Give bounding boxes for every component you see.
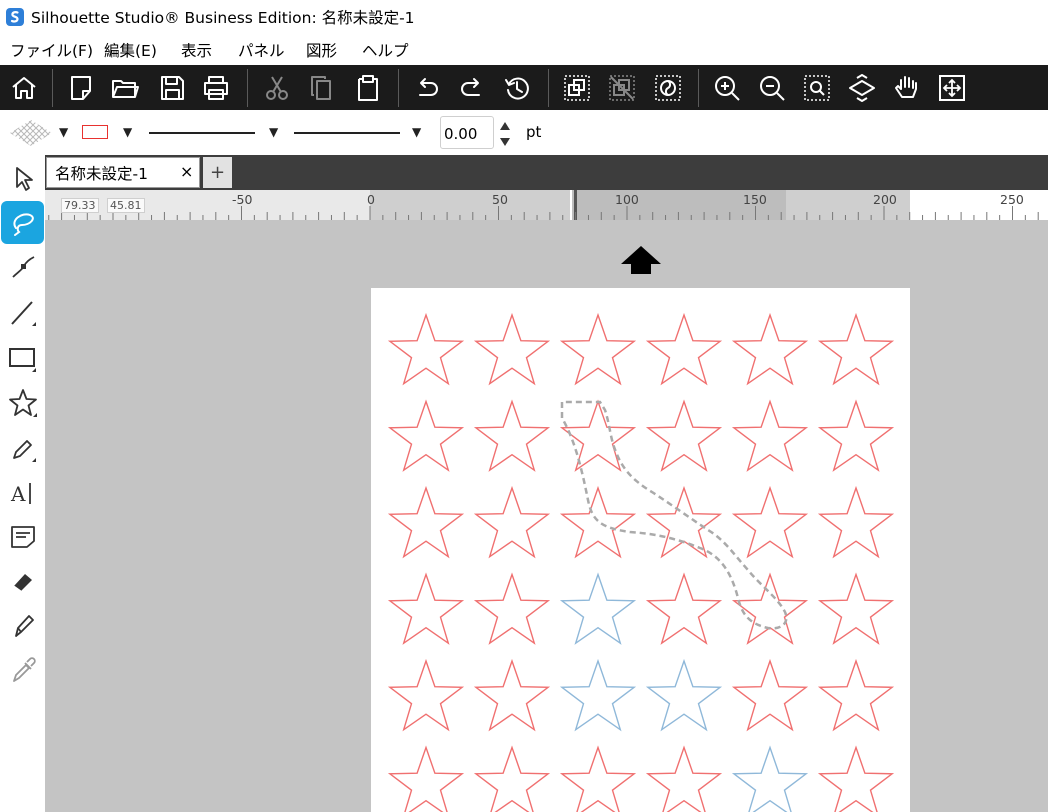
star-shape-selected[interactable] <box>645 658 723 732</box>
star-shape[interactable] <box>645 312 723 386</box>
star-shape[interactable] <box>817 312 895 386</box>
star-shape[interactable] <box>387 572 465 645</box>
star-shape[interactable] <box>387 745 465 812</box>
star-shape[interactable] <box>387 312 465 386</box>
star-shape[interactable] <box>645 485 723 559</box>
star-shape[interactable] <box>817 658 895 732</box>
star-shape[interactable] <box>473 572 551 645</box>
star-shape[interactable] <box>559 399 637 472</box>
star-shape[interactable] <box>645 399 723 472</box>
star-shape[interactable] <box>731 312 809 386</box>
star-shape[interactable] <box>731 399 809 472</box>
star-shape[interactable] <box>387 658 465 732</box>
star-shape-selected[interactable] <box>559 658 637 732</box>
star-shape[interactable] <box>473 745 551 812</box>
star-shape-selected[interactable] <box>731 745 809 812</box>
star-shape[interactable] <box>559 485 637 559</box>
star-shape[interactable] <box>473 399 551 472</box>
star-shape[interactable] <box>731 485 809 559</box>
star-shape[interactable] <box>473 312 551 386</box>
design-shapes-layer <box>387 312 895 812</box>
star-shape[interactable] <box>645 745 723 812</box>
star-shape[interactable] <box>817 485 895 559</box>
star-shape[interactable] <box>731 572 809 645</box>
star-shape[interactable] <box>731 658 809 732</box>
star-shape[interactable] <box>645 572 723 645</box>
star-shape[interactable] <box>473 485 551 559</box>
freehand-selection-lasso <box>560 400 788 630</box>
star-shape[interactable] <box>559 745 637 812</box>
star-shape[interactable] <box>817 745 895 812</box>
star-shape[interactable] <box>387 399 465 472</box>
star-shape[interactable] <box>473 658 551 732</box>
star-shape[interactable] <box>387 485 465 559</box>
star-shape-selected[interactable] <box>559 572 637 645</box>
star-shape[interactable] <box>817 399 895 472</box>
star-shape[interactable] <box>817 572 895 645</box>
star-shape[interactable] <box>559 312 637 386</box>
